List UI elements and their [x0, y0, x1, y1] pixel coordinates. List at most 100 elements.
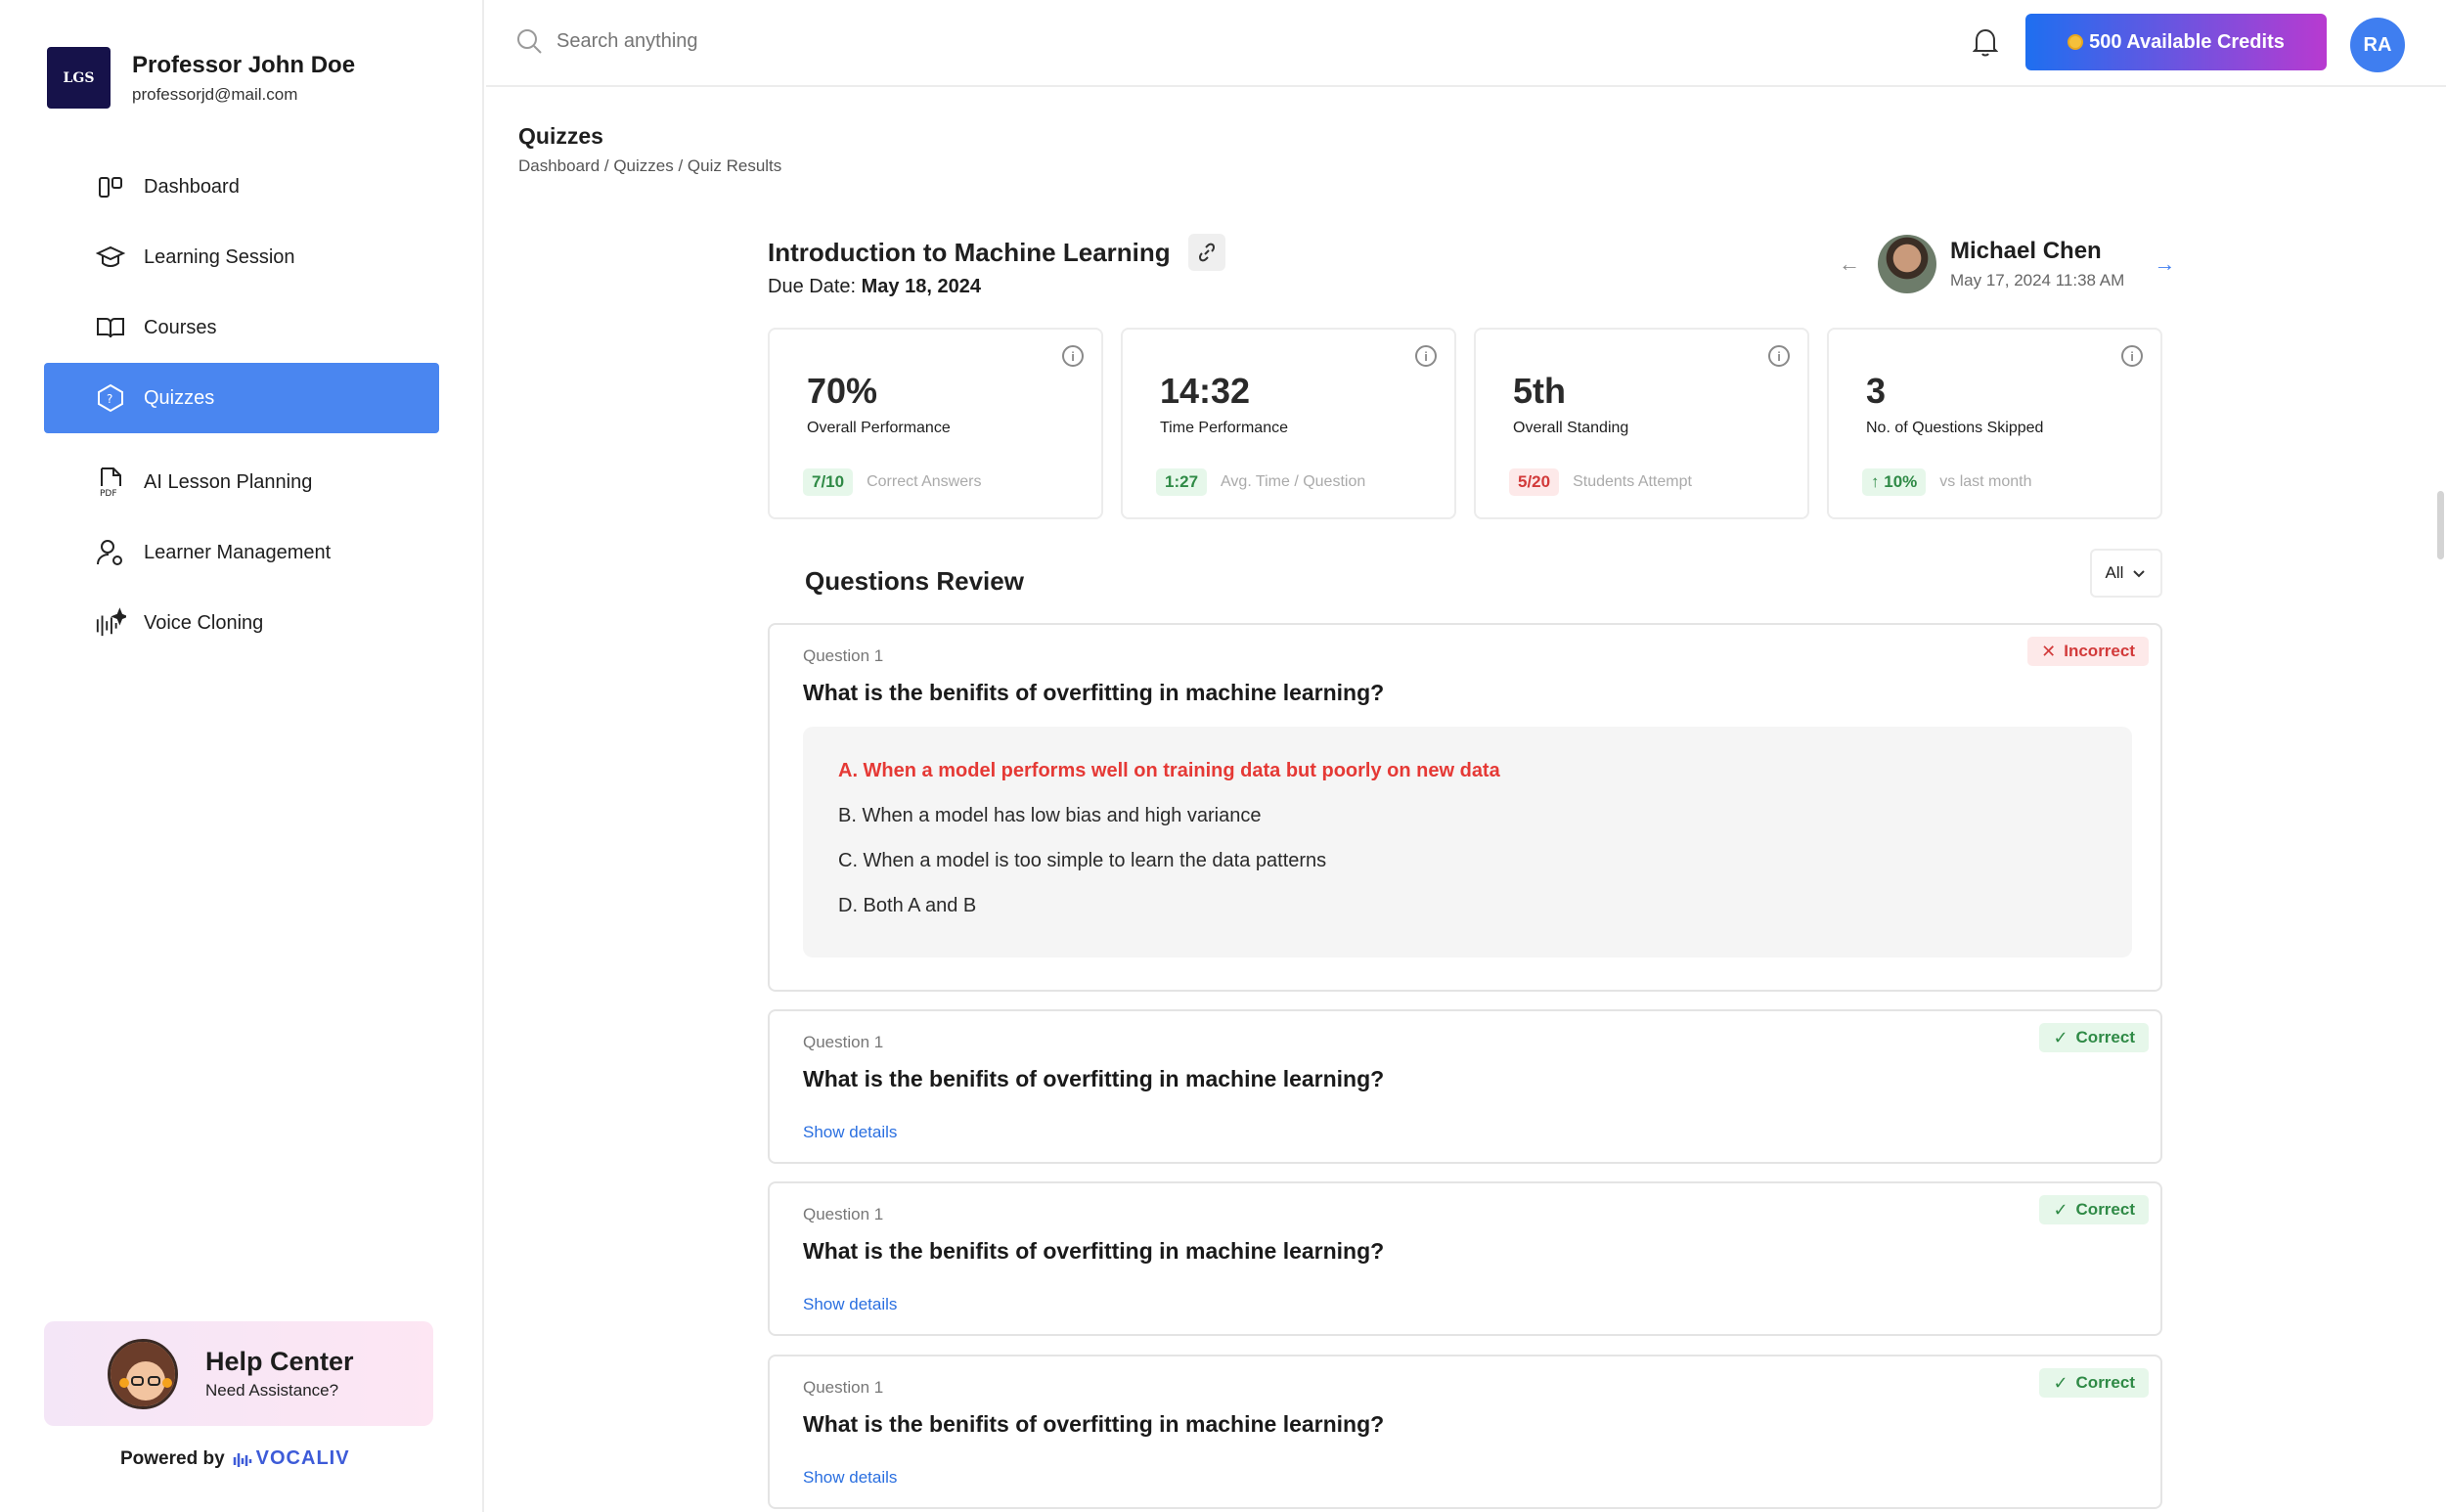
status-label: Correct	[2075, 1373, 2135, 1392]
credits-button[interactable]: 500 Available Credits	[2025, 14, 2327, 70]
due-date-value: May 18, 2024	[861, 276, 981, 297]
sidebar-item-label: Learning Session	[144, 245, 295, 268]
question-card: Question 1 ✓ Correct What is the benifits…	[768, 1009, 2162, 1164]
option-c: C. When a model is too simple to learn t…	[838, 850, 1327, 871]
help-center-card[interactable]: Help Center Need Assistance?	[44, 1321, 433, 1426]
check-icon: ✓	[2053, 1027, 2068, 1047]
scrollbar-thumb[interactable]	[2437, 491, 2444, 559]
stat-note: Avg. Time / Question	[1221, 473, 1366, 490]
question-number: Question 1	[803, 1033, 884, 1051]
question-text: What is the benifits of overfitting in m…	[803, 1238, 1385, 1264]
student-selector: ← Michael Chen May 17, 2024 11:38 AM →	[1839, 235, 2175, 293]
search-icon	[517, 29, 542, 54]
status-label: Incorrect	[2064, 642, 2135, 660]
arrow-up-icon: ↑	[1871, 472, 1880, 491]
school-logo: LGS	[47, 47, 111, 109]
search-input[interactable]	[556, 29, 1045, 53]
sidebar-item-label: Courses	[144, 316, 217, 338]
stat-note: Correct Answers	[867, 473, 982, 490]
sidebar-item-quizzes[interactable]: ? Quizzes	[44, 363, 439, 433]
sidebar-item-ai-lesson-planning[interactable]: PDF AI Lesson Planning	[44, 447, 439, 517]
question-card: Question 1 ✓ Correct What is the benifits…	[768, 1355, 2162, 1509]
quiz-hexagon-icon: ?	[95, 382, 126, 414]
pdf-file-icon: PDF	[95, 467, 126, 498]
profile[interactable]: LGS Professor John Doe professorjd@mail.…	[47, 47, 355, 109]
question-number: Question 1	[803, 1205, 884, 1223]
page-title: Quizzes	[518, 123, 603, 149]
status-label: Correct	[2075, 1028, 2135, 1046]
dashboard-icon	[95, 171, 126, 202]
credits-label: 500 Available Credits	[2089, 30, 2285, 53]
powered-by: Powered by VOCALIV	[120, 1447, 350, 1470]
copy-link-button[interactable]	[1187, 234, 1225, 271]
option-b: B. When a model has low bias and high va…	[838, 805, 1262, 826]
question-text: What is the benifits of overfitting in m…	[803, 680, 1385, 705]
close-icon: ✕	[2041, 641, 2057, 661]
sidebar-item-courses[interactable]: Courses	[44, 292, 439, 363]
search-bar[interactable]	[515, 27, 1045, 55]
sidebar-item-learning-session[interactable]: Learning Session	[44, 222, 439, 292]
check-icon: ✓	[2053, 1372, 2068, 1393]
vocaliv-brand: VOCALIV	[255, 1447, 350, 1469]
stat-cards: i 70% Overall Performance 7/10 Correct An…	[768, 328, 2162, 519]
student-name: Michael Chen	[1950, 238, 2102, 264]
option-d: D. Both A and B	[838, 895, 977, 916]
sidebar-item-dashboard[interactable]: Dashboard	[44, 152, 439, 222]
questions-review-title: Questions Review	[805, 566, 1024, 596]
link-icon	[1198, 243, 1215, 262]
stat-pill: 7/10	[803, 468, 854, 496]
answer-options: A. When a model performs well on trainin…	[803, 727, 2132, 957]
student-photo	[1878, 235, 1936, 293]
vocaliv-wave-icon	[233, 1452, 251, 1467]
sidebar-item-label: AI Lesson Planning	[144, 470, 313, 493]
sidebar-item-label: Learner Management	[144, 541, 332, 563]
sidebar: LGS Professor John Doe professorjd@mail.…	[0, 0, 484, 1512]
stat-label: Overall Standing	[1513, 420, 1629, 436]
status-badge: ✕ Incorrect	[2027, 637, 2149, 666]
stat-value: 14:32	[1160, 371, 1251, 411]
book-icon	[95, 312, 126, 343]
stat-card-performance: i 70% Overall Performance 7/10 Correct An…	[768, 328, 1103, 519]
filter-dropdown[interactable]: All	[2090, 549, 2162, 598]
question-number: Question 1	[803, 1378, 884, 1397]
show-details-link[interactable]: Show details	[803, 1123, 897, 1142]
profile-name: Professor John Doe	[132, 51, 356, 78]
sidebar-item-learner-management[interactable]: Learner Management	[44, 517, 439, 588]
stat-note: vs last month	[1939, 473, 2032, 490]
sidebar-item-label: Voice Cloning	[144, 611, 264, 634]
chevron-down-icon	[2133, 570, 2146, 578]
info-icon[interactable]: i	[1415, 345, 1437, 367]
question-text: What is the benifits of overfitting in m…	[803, 1411, 1385, 1437]
stat-card-time: i 14:32 Time Performance 1:27 Avg. Time /…	[1121, 328, 1456, 519]
show-details-link[interactable]: Show details	[803, 1468, 897, 1488]
status-label: Correct	[2075, 1200, 2135, 1219]
sidebar-nav: Dashboard Learning Session Courses ? Qui…	[44, 152, 439, 658]
check-icon: ✓	[2053, 1199, 2068, 1220]
prev-student-arrow-icon[interactable]: ←	[1839, 251, 1860, 277]
stat-pill: 1:27	[1156, 468, 1208, 496]
info-icon[interactable]: i	[1768, 345, 1790, 367]
profile-email: professorjd@mail.com	[132, 84, 298, 104]
submission-date: May 17, 2024 11:38 AM	[1950, 271, 2125, 289]
logo-text: LGS	[63, 69, 95, 86]
voice-wave-icon	[95, 607, 126, 639]
status-badge: ✓ Correct	[2039, 1023, 2149, 1052]
stat-pill-value: 10%	[1884, 472, 1918, 491]
status-badge: ✓ Correct	[2039, 1368, 2149, 1398]
help-center-subtitle: Need Assistance?	[205, 1381, 339, 1400]
stat-card-standing: i 5th Overall Standing 5/20 Students Atte…	[1474, 328, 1809, 519]
info-icon[interactable]: i	[2121, 345, 2143, 367]
sidebar-item-label: Dashboard	[144, 175, 240, 198]
svg-text:PDF: PDF	[100, 489, 117, 498]
stat-value: 5th	[1513, 371, 1566, 411]
quiz-title-text: Introduction to Machine Learning	[768, 237, 1171, 267]
user-settings-icon	[95, 537, 126, 568]
next-student-arrow-icon[interactable]: →	[2154, 251, 2175, 277]
info-icon[interactable]: i	[1062, 345, 1084, 367]
due-date: Due Date: May 18, 2024	[768, 276, 981, 298]
sidebar-item-voice-cloning[interactable]: Voice Cloning	[44, 588, 439, 658]
show-details-link[interactable]: Show details	[803, 1295, 897, 1314]
breadcrumb[interactable]: Dashboard / Quizzes / Quiz Results	[518, 156, 781, 176]
user-avatar[interactable]: RA	[2350, 18, 2405, 72]
notification-bell-icon[interactable]	[1972, 27, 1999, 62]
